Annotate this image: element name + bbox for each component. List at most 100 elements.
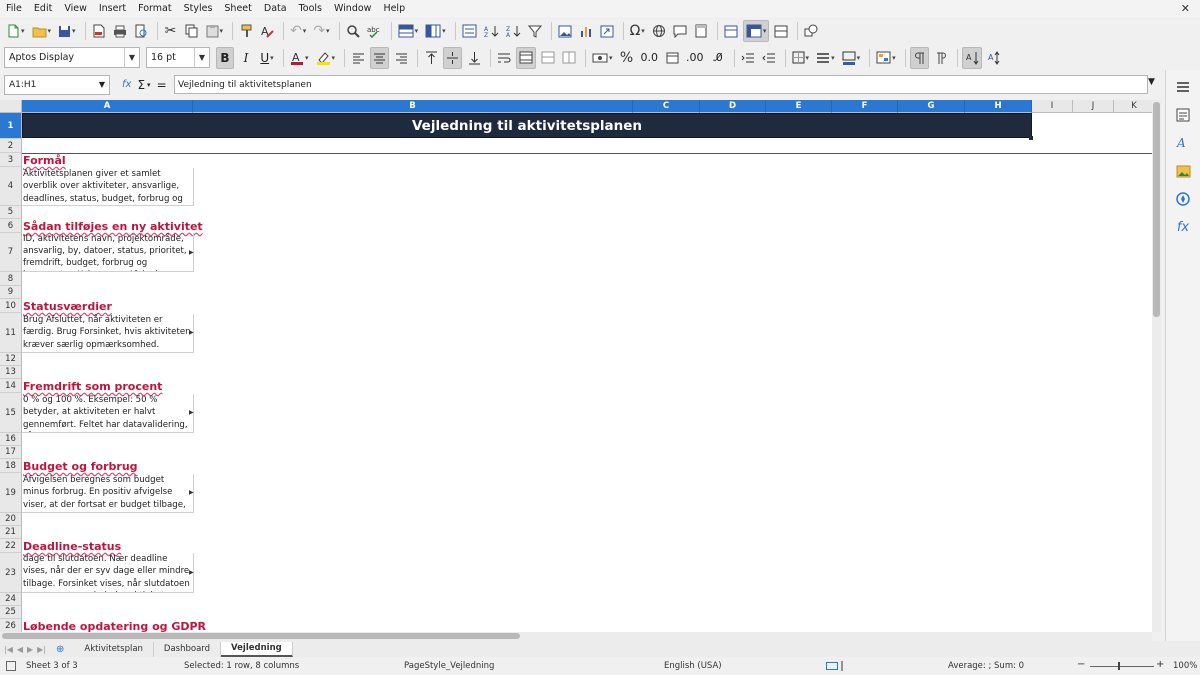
align-left-button[interactable] (349, 47, 367, 69)
text-direction-rtl-button[interactable] (932, 47, 950, 69)
row-header-1[interactable]: 1 (0, 113, 22, 139)
clone-formatting-button[interactable] (237, 20, 255, 42)
row-header-17[interactable]: 17 (0, 446, 22, 459)
equals-icon[interactable]: = (157, 78, 167, 92)
row-header-5[interactable]: 5 (0, 206, 22, 219)
zoom-out-icon[interactable]: − (1077, 659, 1085, 670)
gallery-icon[interactable] (1174, 162, 1192, 180)
font-name-select[interactable]: Aptos Display ▼ (4, 47, 140, 68)
sheet-tab-vejledning[interactable]: Vejledning (221, 641, 293, 657)
menu-format[interactable]: Format (138, 3, 171, 14)
comment-button[interactable] (671, 20, 689, 42)
column-header-e[interactable]: E (766, 100, 832, 113)
column-button[interactable]: ▾ (423, 20, 448, 42)
split-window-button[interactable] (772, 20, 790, 42)
section-body-ny-aktivitet[interactable]: ID, aktivitetens navn, projektområde, an… (22, 233, 194, 272)
row-header-25[interactable]: 25 (0, 606, 22, 619)
currency-format-button[interactable]: ▾ (590, 47, 615, 69)
save-button[interactable]: ▾ (56, 20, 78, 42)
section-heading-formaal[interactable]: Formål (23, 154, 66, 167)
section-body-fremdrift[interactable]: 0 % og 100 %. Eksempel: 50 % betyder, at… (22, 394, 194, 433)
menu-data[interactable]: Data (264, 3, 287, 14)
menu-file[interactable]: File (6, 3, 22, 14)
add-decimal-button[interactable]: .00 (684, 47, 706, 69)
row-header-2[interactable]: 2 (0, 139, 22, 153)
section-heading-statusvaerdier[interactable]: Statusværdier (23, 300, 112, 313)
page-style[interactable]: PageStyle_Vejledning (404, 661, 494, 671)
text-top-to-bottom-button[interactable]: A (961, 46, 982, 69)
copy-button[interactable] (183, 20, 201, 42)
row-header-11[interactable]: 11 (0, 313, 22, 353)
row-header-3[interactable]: 3 (0, 153, 22, 167)
close-window-icon[interactable]: ✕ (1181, 2, 1190, 15)
previous-sheet-icon[interactable]: ◀ (17, 645, 23, 654)
row-header-21[interactable]: 21 (0, 526, 22, 539)
section-body-budget[interactable]: Afvigelsen beregnes som budget minus for… (22, 474, 194, 513)
show-draw-functions-button[interactable] (802, 20, 820, 42)
menu-tools[interactable]: Tools (299, 3, 322, 14)
define-print-area-button[interactable] (722, 20, 740, 42)
italic-button[interactable]: I (237, 47, 255, 69)
row-header-10[interactable]: 10 (0, 299, 22, 313)
bold-button[interactable]: B (216, 46, 234, 69)
row-header-20[interactable]: 20 (0, 513, 22, 526)
column-header-c[interactable]: C (633, 100, 700, 113)
increase-indent-button[interactable] (739, 47, 757, 69)
row-header-18[interactable]: 18 (0, 459, 22, 473)
text-left-to-right-button[interactable]: A (985, 47, 1003, 69)
navigator-icon[interactable] (1174, 190, 1192, 208)
name-box[interactable]: A1:H1 ▼ (4, 74, 110, 95)
title-cell[interactable]: Vejledning til aktivitetsplanen (22, 113, 1032, 138)
menu-help[interactable]: Help (383, 3, 405, 14)
new-document-button[interactable]: ▾ (4, 20, 27, 42)
align-right-button[interactable] (392, 47, 410, 69)
sheet-tab-dashboard[interactable]: Dashboard (154, 641, 222, 657)
selection-mode-icon[interactable] (826, 661, 846, 674)
column-header-i[interactable]: I (1032, 100, 1073, 113)
section-heading-budget[interactable]: Budget og forbrug (23, 460, 138, 473)
menu-window[interactable]: Window (334, 3, 371, 14)
zoom-slider[interactable] (1090, 666, 1154, 667)
row-header-8[interactable]: 8 (0, 272, 22, 286)
freeze-rows-columns-button[interactable]: ▾ (742, 20, 770, 42)
row-header-7[interactable]: 7 (0, 233, 22, 272)
row-header-13[interactable]: 13 (0, 366, 22, 379)
sort-descending-button[interactable]: ZA (504, 20, 523, 42)
vertical-scrollbar[interactable] (1152, 100, 1161, 632)
row-header-24[interactable]: 24 (0, 593, 22, 606)
cut-button[interactable]: ✂ (162, 20, 180, 42)
function-wizard-icon[interactable]: fx (122, 79, 131, 90)
menu-edit[interactable]: Edit (34, 3, 52, 14)
select-all-corner[interactable] (0, 100, 22, 113)
sheet-tab-aktivitetsplan[interactable]: Aktivitetsplan (74, 641, 154, 657)
autofilter-button[interactable] (526, 20, 544, 42)
column-header-j[interactable]: J (1073, 100, 1114, 113)
pivot-table-button[interactable] (598, 20, 616, 42)
section-heading-gdpr[interactable]: Løbende opdatering og GDPR (23, 620, 206, 632)
export-pdf-button[interactable] (90, 20, 108, 42)
functions-icon[interactable]: fx (1174, 218, 1192, 236)
percent-format-button[interactable]: % (618, 47, 636, 69)
last-sheet-icon[interactable]: ▶| (37, 645, 46, 654)
menu-view[interactable]: View (64, 3, 87, 14)
borders-button[interactable]: ▾ (790, 47, 812, 69)
center-vertically-button[interactable] (443, 46, 463, 69)
column-header-f[interactable]: F (832, 100, 898, 113)
row-header-16[interactable]: 16 (0, 433, 22, 446)
section-heading-fremdrift[interactable]: Fremdrift som procent (23, 380, 162, 393)
date-format-button[interactable] (663, 47, 681, 69)
row-header-23[interactable]: 23 (0, 553, 22, 593)
menu-insert[interactable]: Insert (99, 3, 126, 14)
hyperlink-button[interactable] (650, 20, 668, 42)
underline-button[interactable]: U ▾ (258, 47, 276, 69)
next-sheet-icon[interactable]: ▶ (27, 645, 33, 654)
number-format-button[interactable]: 0.0 (639, 47, 661, 69)
paste-button[interactable]: ▾ (204, 20, 226, 42)
headers-footers-button[interactable] (692, 20, 710, 42)
zoom-in-icon[interactable]: + (1156, 659, 1164, 670)
spreadsheet-grid[interactable]: A B C D E F G H I J K 1 2 3 4 5 6 7 8 9 … (0, 100, 1152, 632)
formula-summary[interactable]: Average: ; Sum: 0 (948, 661, 1024, 671)
print-button[interactable] (111, 20, 129, 42)
row-header-9[interactable]: 9 (0, 286, 22, 299)
row-header-22[interactable]: 22 (0, 539, 22, 553)
